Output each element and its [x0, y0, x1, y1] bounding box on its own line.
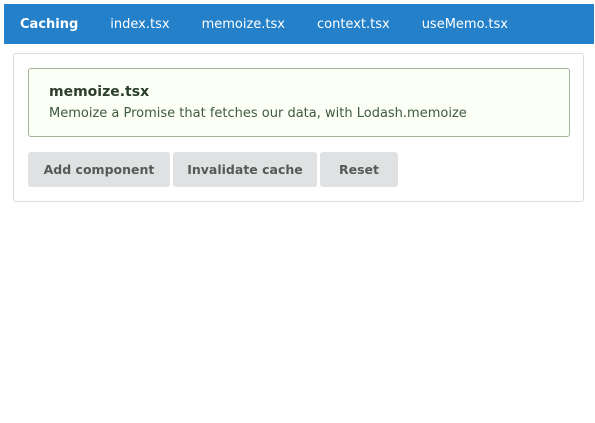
nav-link-context[interactable]: context.tsx — [317, 17, 390, 32]
nav-link-memoize[interactable]: memoize.tsx — [202, 17, 285, 32]
brand-link-caching[interactable]: Caching — [20, 17, 78, 32]
add-component-button[interactable]: Add component — [28, 152, 170, 187]
reset-button[interactable]: Reset — [320, 152, 398, 187]
message-title: memoize.tsx — [49, 84, 150, 100]
info-message: memoize.tsx Memoize a Promise that fetch… — [28, 68, 570, 137]
top-navbar: Caching index.tsx memoize.tsx context.ts… — [4, 4, 594, 44]
invalidate-cache-button[interactable]: Invalidate cache — [173, 152, 317, 187]
message-text: Memoize a Promise that fetches our data,… — [49, 106, 467, 121]
nav-link-usememo[interactable]: useMemo.tsx — [422, 17, 508, 32]
nav-link-index[interactable]: index.tsx — [110, 17, 169, 32]
content-panel: memoize.tsx Memoize a Promise that fetch… — [13, 53, 584, 202]
